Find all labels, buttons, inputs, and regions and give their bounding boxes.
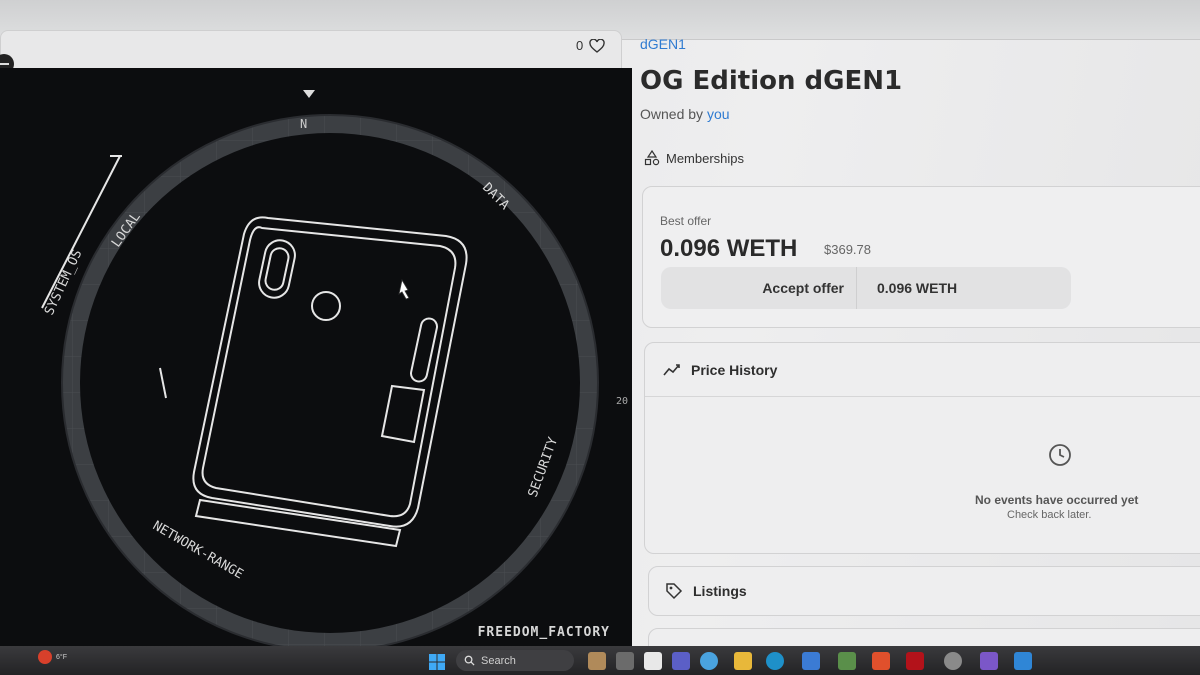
price-history-title: Price History [691,361,778,378]
listings-title: Listings [693,583,747,599]
price-history-header[interactable]: Price History [645,343,1200,397]
empty-state-title: No events have occurred yet [975,493,1139,507]
side-number: 20 [616,396,628,407]
accept-offer-bar[interactable]: Accept offer 0.096 WETH [661,267,1071,309]
taskbar-search[interactable]: Search [456,650,574,671]
best-offer-panel: Best offer 0.096 WETH $369.78 Accept off… [642,186,1200,328]
copilot-icon[interactable] [700,652,718,670]
weather-temp: 6°F [56,653,67,661]
owner-link[interactable]: you [707,106,730,122]
best-offer-usd: $369.78 [824,242,871,257]
best-offer-price: 0.096 WETH [660,235,798,262]
stocks-icon[interactable] [838,652,856,670]
trend-line-icon [663,363,680,376]
memberships-tab[interactable]: Memberships [644,150,744,166]
item-title: OG Edition dGEN1 [640,66,903,96]
file-manager-icon[interactable] [588,652,606,670]
brave-icon[interactable] [872,652,890,670]
artwork-graphic: N 20 SYSTEM_OS LOCAL DATA SECURITY NETWO… [41,90,628,650]
teams-icon[interactable] [672,652,690,670]
search-placeholder: Search [481,654,516,667]
collection-link[interactable]: dGEN1 [640,36,1200,52]
explorer-icon[interactable] [734,652,752,670]
favorite-button[interactable]: 0 [576,38,605,53]
windows-start-icon[interactable] [428,653,446,671]
windows-taskbar: 6°F Search [0,646,1200,675]
clock-icon [1049,444,1071,466]
chat-icon[interactable] [644,652,662,670]
edge-icon[interactable] [766,652,784,670]
owner-line: Owned by you [640,106,1200,122]
weather-widget[interactable]: 6°F [38,650,67,664]
item-info: dGEN1 OG Edition dGEN1 Owned by you [640,36,1200,122]
netflix-icon[interactable] [906,652,924,670]
settings-icon[interactable] [944,652,962,670]
search-icon [464,655,475,666]
price-history-panel: Price History No events have occurred ye… [644,342,1200,554]
weather-icon [38,650,52,664]
accept-offer-amount: 0.096 WETH [877,280,958,296]
owned-by-label: Owned by [640,106,704,122]
empty-state-subtitle: Check back later. [1007,509,1092,521]
heart-icon [589,38,605,53]
best-offer-label: Best offer [660,214,712,228]
memberships-label: Memberships [666,150,745,166]
browser-screen: 0 N 20 SYSTEM_OS LOCAL DATA SECURITY NET… [0,0,1200,650]
phone-link-icon[interactable] [980,652,998,670]
tag-icon [666,583,683,600]
shapes-icon [644,150,660,166]
artwork-brand-text: FREEDOM_FACTORY [477,625,610,640]
weather-app-icon[interactable] [1014,652,1032,670]
widgets-icon[interactable] [616,652,634,670]
compass-mark: N [300,117,307,131]
nft-artwork[interactable]: N 20 SYSTEM_OS LOCAL DATA SECURITY NETWO… [0,68,632,650]
listings-header[interactable]: Listings [648,566,1200,616]
accept-offer-button[interactable]: Accept offer [661,267,857,309]
store-icon[interactable] [802,652,820,670]
favorite-count: 0 [576,38,584,53]
